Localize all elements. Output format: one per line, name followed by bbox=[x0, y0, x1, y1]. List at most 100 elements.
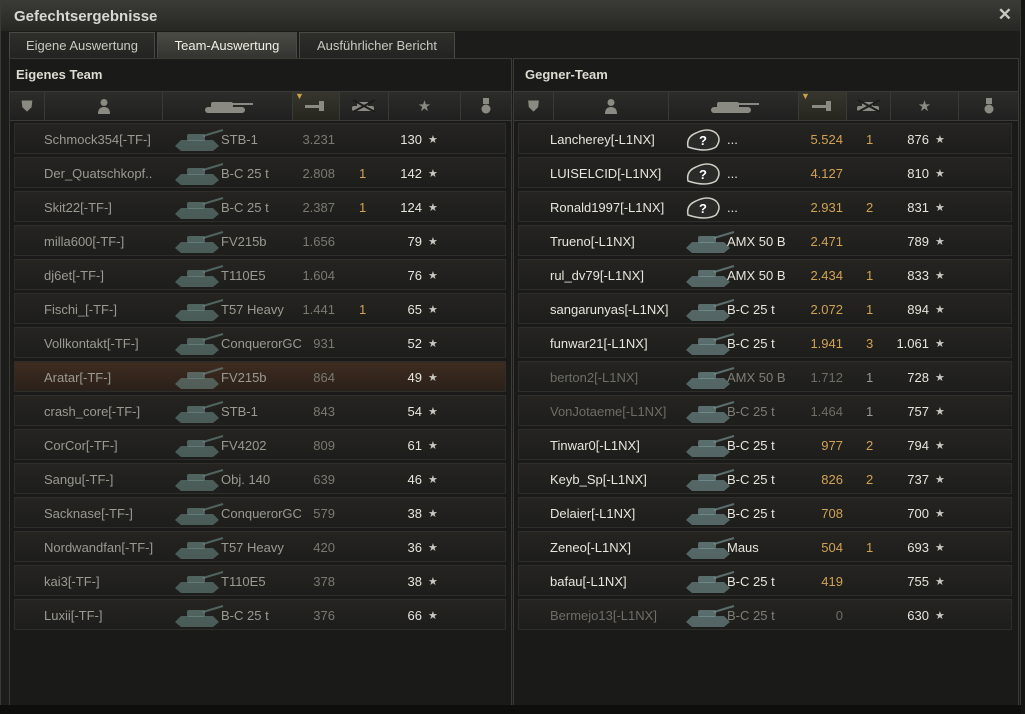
player-row[interactable]: dj6et[-TF-] T110E5 1.604 76 ★ bbox=[14, 259, 506, 290]
damage-value: 977 bbox=[821, 438, 843, 453]
damage-value: 0 bbox=[835, 608, 843, 623]
xp-value: 124 bbox=[400, 200, 422, 215]
kills-value: 2 bbox=[866, 200, 874, 215]
tank-name: FV4202 bbox=[221, 438, 267, 453]
player-row[interactable]: Der_Quatschkopf.. B-C 25 t 2.808 1 142 ★ bbox=[14, 157, 506, 188]
player-row[interactable]: Lancherey[-L1NX]?... 5.524 1 876 ★ bbox=[518, 123, 1012, 154]
player-row[interactable]: Zeneo[-L1NX] Maus 504 1 693 ★ bbox=[518, 531, 1012, 562]
player-name: Ronald1997[-L1NX] bbox=[550, 200, 665, 215]
tab-team-auswertung[interactable]: Team-Auswertung bbox=[157, 32, 297, 58]
xp-value: 894 bbox=[907, 302, 929, 317]
player-row[interactable]: Skit22[-TF-] B-C 25 t 2.387 1 124 ★ bbox=[14, 191, 506, 222]
damage-icon[interactable]: ▼ bbox=[799, 91, 847, 120]
xp-star-icon[interactable]: ★ bbox=[891, 92, 959, 120]
xp-value: 142 bbox=[400, 166, 422, 181]
tank-name: T57 Heavy bbox=[221, 302, 284, 317]
xp-star-icon: ★ bbox=[428, 168, 438, 180]
player-icon[interactable] bbox=[45, 92, 163, 120]
tab-eigene-auswertung[interactable]: Eigene Auswertung bbox=[9, 32, 155, 58]
kills-value: 3 bbox=[866, 336, 874, 351]
damage-value: 2.387 bbox=[302, 200, 335, 215]
tank-name: T110E5 bbox=[221, 268, 266, 283]
damage-icon[interactable]: ▼ bbox=[293, 91, 340, 120]
tank-icon[interactable] bbox=[163, 92, 293, 120]
player-row[interactable]: milla600[-TF-] FV215b 1.656 79 ★ bbox=[14, 225, 506, 256]
tank-name: B-C 25 t bbox=[727, 608, 775, 623]
player-row[interactable]: Sangu[-TF-] Obj. 140 639 46 ★ bbox=[14, 463, 506, 494]
player-row[interactable]: kai3[-TF-] T110E5 378 38 ★ bbox=[14, 565, 506, 596]
player-row[interactable]: sangarunyas[-L1NX] B-C 25 t 2.072 1 894 ★ bbox=[518, 293, 1012, 324]
player-row[interactable]: Vollkontakt[-TF-] ConquerorGC 931 52 ★ bbox=[14, 327, 506, 358]
player-row[interactable]: Sacknase[-TF-] ConquerorGC 579 38 ★ bbox=[14, 497, 506, 528]
player-name: kai3[-TF-] bbox=[44, 574, 100, 589]
kills-value: 1 bbox=[359, 166, 367, 181]
player-row[interactable]: Ronald1997[-L1NX]?... 2.931 2 831 ★ bbox=[518, 191, 1012, 222]
tank-name: Obj. 140 bbox=[221, 472, 271, 487]
xp-star-icon: ★ bbox=[428, 202, 438, 214]
player-name: sangarunyas[-L1NX] bbox=[550, 302, 669, 317]
player-name: CorCor[-TF-] bbox=[44, 438, 118, 453]
xp-star-icon: ★ bbox=[935, 304, 945, 316]
title-bar[interactable]: Gefechtsergebnisse ✕ bbox=[1, 1, 1020, 31]
player-row[interactable]: Bermejo13[-L1NX] B-C 25 t 0 630 ★ bbox=[518, 599, 1012, 630]
player-row[interactable]: bafau[-L1NX] B-C 25 t 419 755 ★ bbox=[518, 565, 1012, 596]
player-name: dj6et[-TF-] bbox=[44, 268, 104, 283]
sort-arrow-icon: ▼ bbox=[295, 91, 304, 101]
xp-star-icon: ★ bbox=[935, 508, 945, 520]
own-team-header: ⛊ ▼ ★ bbox=[10, 91, 511, 121]
tank-name: B-C 25 t bbox=[727, 472, 775, 487]
player-row[interactable]: VonJotaeme[-L1NX] B-C 25 t 1.464 1 757 ★ bbox=[518, 395, 1012, 426]
xp-star-icon: ★ bbox=[935, 542, 945, 554]
damage-value: 1.656 bbox=[302, 234, 335, 249]
xp-value: 54 bbox=[407, 404, 422, 419]
enemy-team-header: ⛊ ▼ ★ bbox=[514, 91, 1018, 121]
tank-silhouette-icon bbox=[175, 367, 224, 389]
tank-name: B-C 25 t bbox=[727, 506, 775, 521]
kills-value: 1 bbox=[359, 302, 367, 317]
player-name: Der_Quatschkopf.. bbox=[44, 166, 153, 181]
player-row[interactable]: Tinwar0[-L1NX] B-C 25 t 977 2 794 ★ bbox=[518, 429, 1012, 460]
enemy-team-panel: Gegner-Team ⛊ ▼ ★ Lancherey[-L1NX]?... 5.… bbox=[513, 58, 1019, 706]
xp-star-icon: ★ bbox=[428, 134, 438, 146]
player-row[interactable]: Schmock354[-TF-] STB-1 3.231 130 ★ bbox=[14, 123, 506, 154]
kills-icon[interactable] bbox=[340, 92, 389, 120]
medal-icon[interactable] bbox=[461, 92, 511, 120]
kills-value: 2 bbox=[866, 472, 874, 487]
unknown-tank-icon: ? bbox=[686, 163, 720, 185]
tank-name: B-C 25 t bbox=[727, 404, 775, 419]
xp-value: 1.061 bbox=[896, 336, 929, 351]
player-row[interactable]: rul_dv79[-L1NX] AMX 50 B 2.434 1 833 ★ bbox=[518, 259, 1012, 290]
player-name: Tinwar0[-L1NX] bbox=[550, 438, 640, 453]
tank-icon[interactable] bbox=[669, 92, 799, 120]
player-row[interactable]: Aratar[-TF-] FV215b 864 49 ★ bbox=[14, 361, 506, 392]
player-row[interactable]: Luxii[-TF-] B-C 25 t 376 66 ★ bbox=[14, 599, 506, 630]
xp-star-icon[interactable]: ★ bbox=[389, 92, 461, 120]
player-row[interactable]: Trueno[-L1NX] AMX 50 B 2.471 789 ★ bbox=[518, 225, 1012, 256]
xp-star-icon: ★ bbox=[935, 372, 945, 384]
player-row[interactable]: LUISELCID[-L1NX]?... 4.127 810 ★ bbox=[518, 157, 1012, 188]
player-row[interactable]: Fischi_[-TF-] T57 Heavy 1.441 1 65 ★ bbox=[14, 293, 506, 324]
player-row[interactable]: Nordwandfan[-TF-] T57 Heavy 420 36 ★ bbox=[14, 531, 506, 562]
kills-icon[interactable] bbox=[847, 92, 891, 120]
player-row[interactable]: berton2[-L1NX] AMX 50 B 1.712 1 728 ★ bbox=[518, 361, 1012, 392]
damage-value: 843 bbox=[313, 404, 335, 419]
player-row[interactable]: Delaier[-L1NX] B-C 25 t 708 700 ★ bbox=[518, 497, 1012, 528]
player-icon[interactable] bbox=[554, 92, 669, 120]
squad-icon[interactable]: ⛊ bbox=[514, 92, 554, 120]
player-row[interactable]: Keyb_Sp[-L1NX] B-C 25 t 826 2 737 ★ bbox=[518, 463, 1012, 494]
xp-value: 49 bbox=[407, 370, 422, 385]
xp-star-icon: ★ bbox=[428, 406, 438, 418]
player-row[interactable]: funwar21[-L1NX] B-C 25 t 1.941 3 1.061 ★ bbox=[518, 327, 1012, 358]
medal-icon[interactable] bbox=[959, 92, 1018, 120]
player-row[interactable]: crash_core[-TF-] STB-1 843 54 ★ bbox=[14, 395, 506, 426]
squad-icon[interactable]: ⛊ bbox=[10, 92, 45, 120]
close-icon[interactable]: ✕ bbox=[998, 5, 1012, 25]
xp-star-icon: ★ bbox=[935, 440, 945, 452]
tank-silhouette-icon bbox=[175, 129, 224, 151]
damage-value: 931 bbox=[313, 336, 335, 351]
tab-ausfuehrlicher-bericht[interactable]: Ausführlicher Bericht bbox=[299, 32, 455, 58]
player-row[interactable]: CorCor[-TF-] FV4202 809 61 ★ bbox=[14, 429, 506, 460]
xp-star-icon: ★ bbox=[935, 338, 945, 350]
damage-value: 639 bbox=[313, 472, 335, 487]
kills-value: 1 bbox=[866, 540, 874, 555]
